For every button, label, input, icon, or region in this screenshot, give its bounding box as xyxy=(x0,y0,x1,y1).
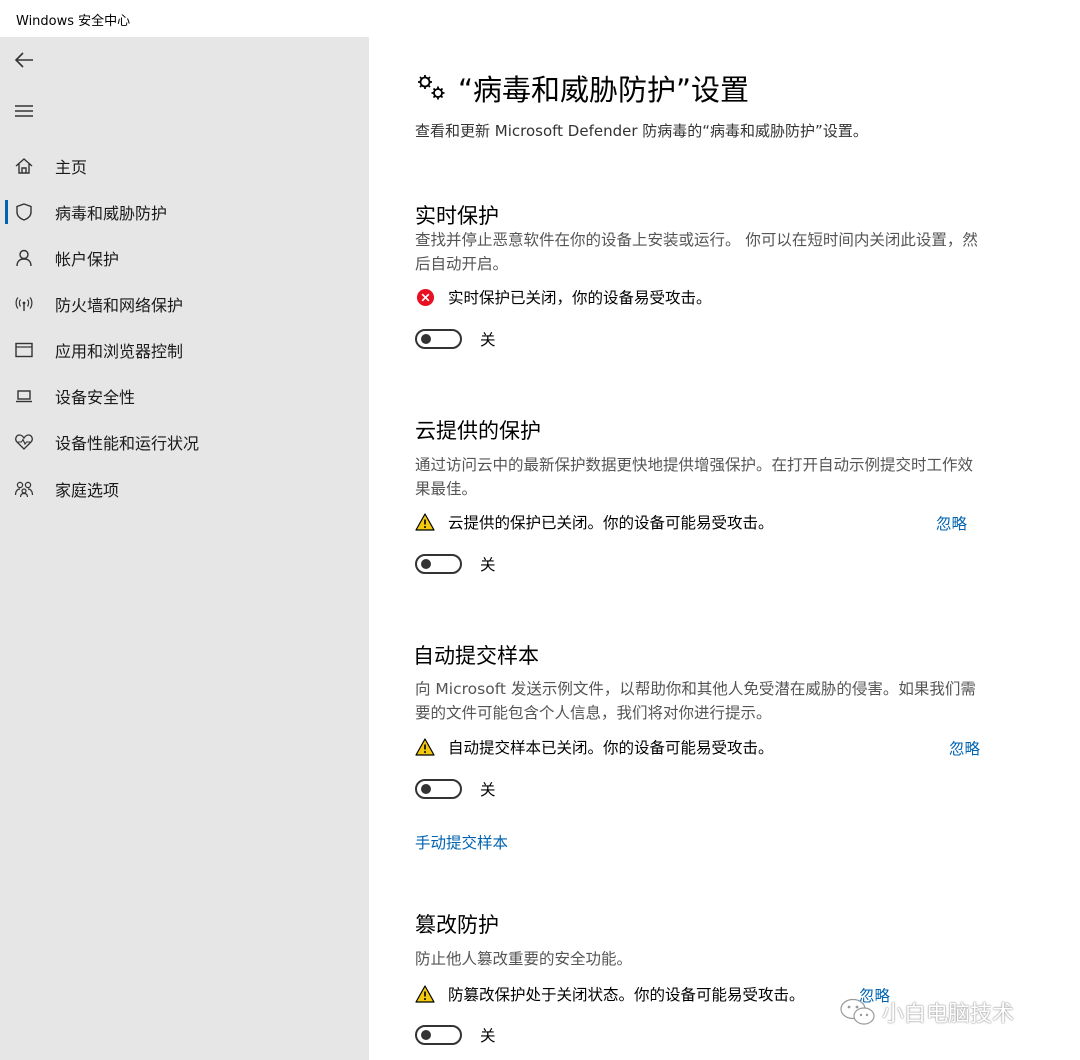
sidebar-item-label: 设备性能和运行状况 xyxy=(55,434,200,453)
sidebar-item-label: 病毒和威胁防护 xyxy=(55,204,168,223)
toggle-state-label: 关 xyxy=(480,331,496,349)
shield-icon xyxy=(14,202,34,222)
status-message: 自动提交样本已关闭。你的设备可能易受攻击。 xyxy=(415,735,774,759)
section-description: 查找并停止恶意软件在你的设备上安装或运行。 你可以在短时间内关闭此设置，然后自动… xyxy=(415,231,978,273)
status-message: 实时保护已关闭，你的设备易受攻击。 xyxy=(415,285,712,309)
window-title: Windows 安全中心 xyxy=(16,14,131,29)
toggle-knob xyxy=(421,1030,431,1040)
realtime-protection-toggle-row: 关 xyxy=(415,327,496,351)
manual-submit-sample-link[interactable]: 手动提交样本 xyxy=(415,831,508,853)
family-icon xyxy=(14,479,34,499)
page-title-text: “病毒和威胁防护”设置 xyxy=(458,73,750,107)
toggle-state-label: 关 xyxy=(480,781,496,799)
error-icon xyxy=(415,287,435,307)
sidebar-item-device-security[interactable]: 设备安全性 xyxy=(0,376,369,416)
sidebar-item-label: 主页 xyxy=(55,158,88,177)
tamper-protection-toggle-row: 关 xyxy=(415,1023,496,1047)
warning-icon xyxy=(415,737,435,757)
section-description: 防止他人篡改重要的安全功能。 xyxy=(415,950,633,968)
section-description: 通过访问云中的最新保护数据更快地提供增强保护。在打开自动示例提交时工作效果最佳。 xyxy=(415,456,974,498)
sidebar-item-account-protection[interactable]: 帐户保护 xyxy=(0,238,369,278)
dismiss-link[interactable]: 忽略 xyxy=(936,512,967,534)
warning-icon xyxy=(415,984,435,1004)
main-content: “病毒和威胁防护”设置 查看和更新 Microsoft Defender 防病毒… xyxy=(369,37,1080,1060)
sidebar-item-app-browser-control[interactable]: 应用和浏览器控制 xyxy=(0,330,369,370)
back-button[interactable] xyxy=(12,48,36,72)
page-title: “病毒和威胁防护”设置 xyxy=(414,67,749,109)
sidebar-item-label: 家庭选项 xyxy=(55,481,120,500)
sidebar-item-home[interactable]: 主页 xyxy=(0,146,369,186)
warning-icon xyxy=(415,512,435,532)
status-text: 防篡改保护处于关闭状态。你的设备可能易受攻击。 xyxy=(448,986,805,1004)
gears-icon xyxy=(418,75,445,100)
watermark-text: 小白电脑技术 xyxy=(882,1002,1015,1027)
cloud-protection-toggle-row: 关 xyxy=(415,552,496,576)
home-icon xyxy=(14,156,34,176)
sidebar-item-label: 防火墙和网络保护 xyxy=(55,296,184,315)
section-title-sample-submission: 自动提交样本 xyxy=(413,644,539,668)
heart-pulse-icon xyxy=(14,432,34,452)
wifi-antenna-icon xyxy=(14,294,34,314)
status-text: 实时保护已关闭，你的设备易受攻击。 xyxy=(448,289,712,307)
sample-submission-toggle[interactable] xyxy=(415,779,462,799)
section-description: 向 Microsoft 发送示例文件，以帮助你和其他人免受潜在威胁的侵害。如果我… xyxy=(415,680,976,722)
selection-indicator xyxy=(5,200,8,224)
watermark: 小白电脑技术 xyxy=(838,996,1014,1028)
toggle-knob xyxy=(421,334,431,344)
title-bar: Windows 安全中心 xyxy=(0,0,1080,37)
toggle-state-label: 关 xyxy=(480,556,496,574)
section-title-realtime-protection: 实时保护 xyxy=(415,204,499,228)
hamburger-icon xyxy=(15,105,33,117)
sample-submission-toggle-row: 关 xyxy=(415,777,496,801)
toggle-state-label: 关 xyxy=(480,1027,496,1045)
sidebar: 主页 病毒和威胁防护 帐户保护 防火墙和网络保护 应用和浏览器控制 设备安全性 xyxy=(0,37,369,1060)
sidebar-item-label: 应用和浏览器控制 xyxy=(55,342,184,361)
person-icon xyxy=(14,248,34,268)
app-window-icon xyxy=(14,340,34,360)
status-text: 云提供的保护已关闭。你的设备可能易受攻击。 xyxy=(448,514,774,532)
cloud-protection-toggle[interactable] xyxy=(415,554,462,574)
menu-button[interactable] xyxy=(12,99,36,123)
wechat-icon xyxy=(840,998,875,1025)
sidebar-item-label: 帐户保护 xyxy=(55,250,120,269)
sidebar-item-family-options[interactable]: 家庭选项 xyxy=(0,469,369,509)
sidebar-item-virus-protection[interactable]: 病毒和威胁防护 xyxy=(0,192,369,232)
laptop-icon xyxy=(14,386,34,406)
section-title-tamper-protection: 篡改防护 xyxy=(415,913,499,937)
status-message: 云提供的保护已关闭。你的设备可能易受攻击。 xyxy=(415,510,774,534)
section-title-cloud-protection: 云提供的保护 xyxy=(415,419,541,443)
sidebar-item-firewall[interactable]: 防火墙和网络保护 xyxy=(0,284,369,324)
toggle-knob xyxy=(421,559,431,569)
sidebar-item-label: 设备安全性 xyxy=(55,388,136,407)
sidebar-item-device-health[interactable]: 设备性能和运行状况 xyxy=(0,422,369,462)
page-description: 查看和更新 Microsoft Defender 防病毒的“病毒和威胁防护”设置… xyxy=(415,122,868,140)
toggle-knob xyxy=(421,784,431,794)
realtime-protection-toggle[interactable] xyxy=(415,329,462,349)
status-message: 防篡改保护处于关闭状态。你的设备可能易受攻击。 xyxy=(415,982,805,1006)
back-arrow-icon xyxy=(14,52,33,68)
status-text: 自动提交样本已关闭。你的设备可能易受攻击。 xyxy=(448,739,774,757)
tamper-protection-toggle[interactable] xyxy=(415,1025,462,1045)
dismiss-link[interactable]: 忽略 xyxy=(949,737,980,759)
